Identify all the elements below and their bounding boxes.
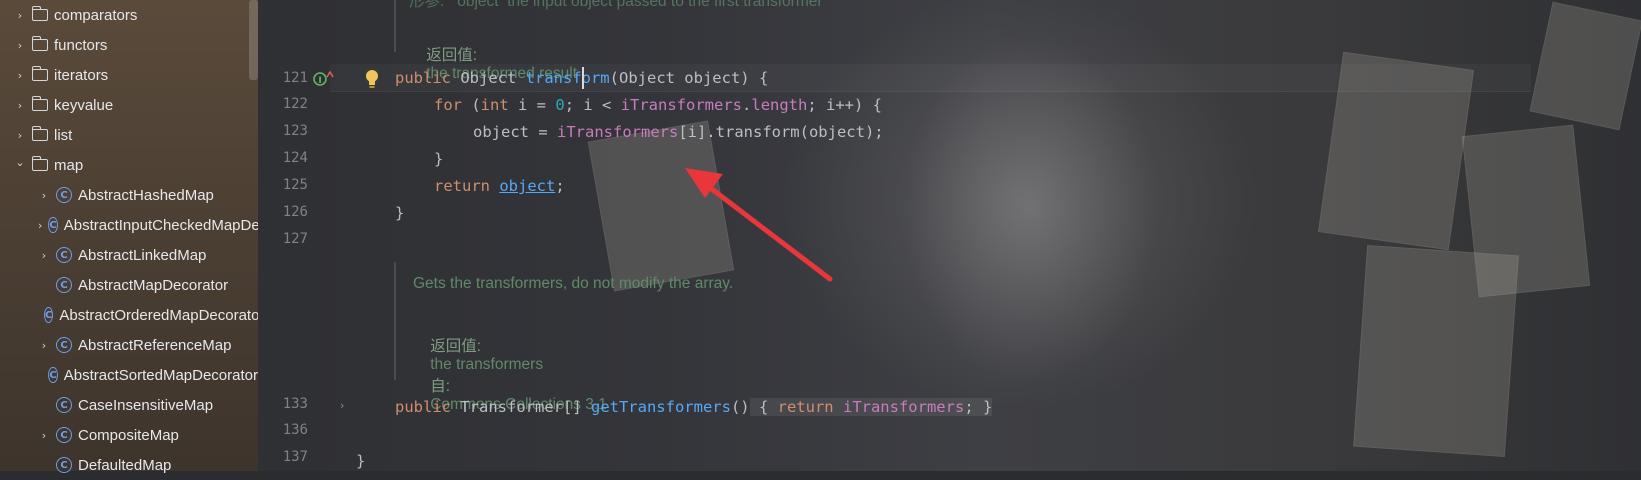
- annotation-arrow: [685, 168, 833, 282]
